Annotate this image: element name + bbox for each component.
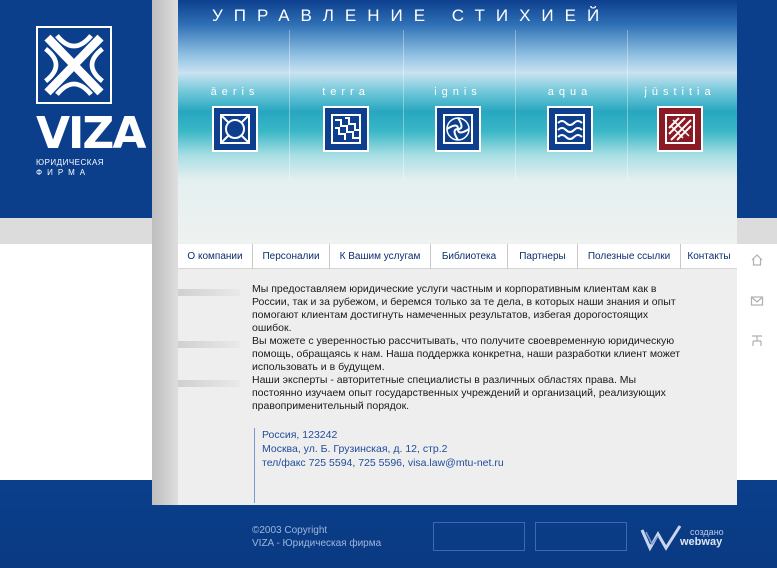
nav-item-services[interactable]: К Вашим услугам [330, 244, 431, 269]
home-icon[interactable] [750, 253, 764, 267]
bullet-bar [178, 380, 240, 387]
logo-wordmark: VIZA [36, 108, 146, 159]
element-ignis[interactable]: ignis [418, 86, 498, 152]
banner-divider [515, 30, 516, 180]
copyright-line: ©2003 Copyright [252, 525, 328, 536]
contact-address: Россия, 123242 Москва, ул. Б. Грузинская… [254, 428, 504, 503]
main-nav: О компании Персоналии К Вашим услугам Би… [178, 244, 737, 269]
banner-divider [289, 30, 290, 180]
terra-icon [323, 106, 369, 152]
bullet-bar [178, 289, 240, 296]
element-justitia[interactable]: jūstitia [640, 86, 720, 152]
element-aqua[interactable]: aqua [530, 86, 610, 152]
element-label: terra [322, 86, 370, 98]
banner-divider [627, 30, 628, 180]
nav-item-library[interactable]: Библиотека [431, 244, 508, 269]
element-label: āeris [210, 86, 260, 98]
footer-box-1[interactable] [433, 522, 525, 551]
nav-item-people[interactable]: Персоналии [253, 244, 330, 269]
address-line-1: Россия, 123242 [262, 429, 338, 441]
nav-item-about[interactable]: О компании [178, 244, 253, 269]
logo-subtitle-1: ЮРИДИЧЕСКАЯ [36, 158, 105, 167]
paragraph-3: Наши эксперты - авторитетные специалисты… [252, 374, 666, 412]
paragraph-1: Мы предоставляем юридические услуги част… [252, 283, 676, 334]
banner-title: УПРАВЛЕНИЕ СТИХИЕЙ [212, 6, 611, 25]
paragraph-2: Вы можете с уверенностью рассчитывать, ч… [252, 335, 681, 373]
made-by-name[interactable]: webway [680, 536, 722, 548]
company-line: VIZA - Юридическая фирма [252, 538, 382, 549]
aeris-icon [212, 106, 258, 152]
element-label: ignis [434, 86, 482, 98]
sea-banner: УПРАВЛЕНИЕ СТИХИЕЙ āeris terra ignis aqu… [178, 0, 737, 243]
address-line-2: Москва, ул. Б. Грузинская, д. 12, стр.2 [262, 443, 448, 455]
element-label: jūstitia [644, 86, 716, 98]
logo-subtitle-2: ФИРМА [36, 168, 91, 177]
address-line-3: тел/факс 725 5594, 725 5596, visa.law@mt… [262, 457, 504, 469]
nav-item-partners[interactable]: Партнеры [508, 244, 578, 269]
mail-icon[interactable] [750, 294, 764, 308]
element-aeris[interactable]: āeris [195, 86, 275, 152]
panel-side [152, 0, 178, 505]
element-terra[interactable]: terra [306, 86, 386, 152]
logo[interactable]: VIZA ЮРИДИЧЕСКАЯ ФИРМА [36, 26, 146, 177]
footer-box-2[interactable] [535, 522, 627, 551]
ignis-icon [435, 106, 481, 152]
nav-item-links[interactable]: Полезные ссылки [578, 244, 681, 269]
aqua-icon [547, 106, 593, 152]
justitia-icon [657, 106, 703, 152]
intro-text: Мы предоставляем юридические услуги част… [252, 283, 682, 413]
bullet-bar [178, 341, 240, 348]
copyright: ©2003 Copyright VIZA - Юридическая фирма [252, 524, 381, 550]
sitemap-icon[interactable] [750, 334, 764, 348]
nav-item-contacts[interactable]: Контакты [681, 244, 737, 269]
element-label: aqua [547, 86, 593, 98]
banner-divider [403, 30, 404, 180]
logo-mark-icon [36, 26, 112, 104]
